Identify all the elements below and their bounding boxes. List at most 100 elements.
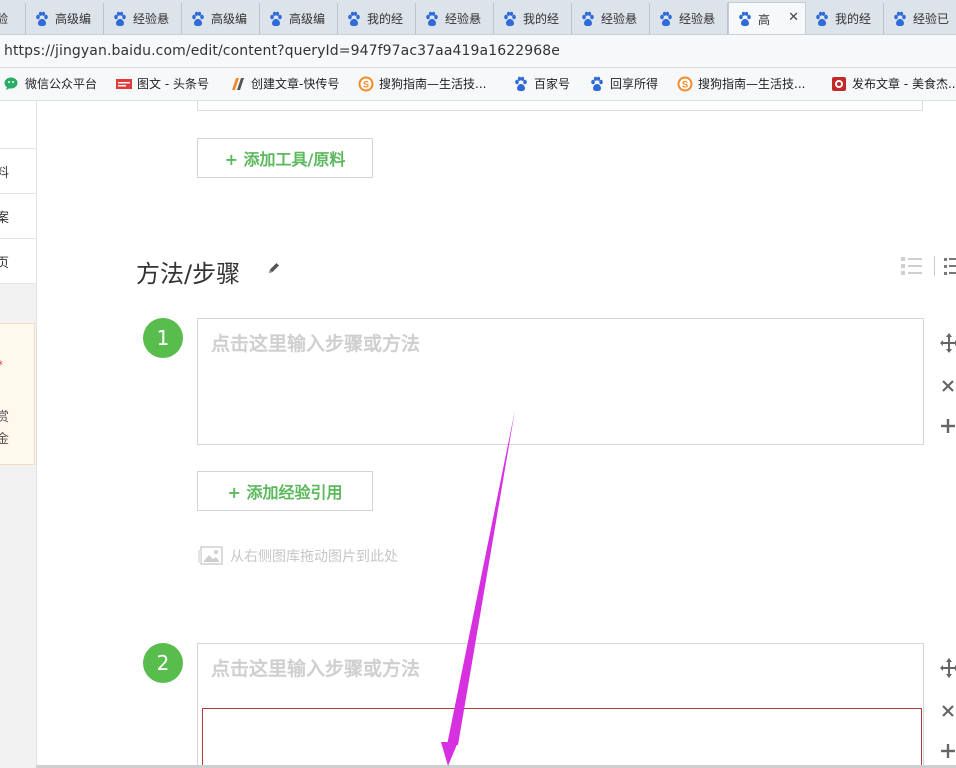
highlight-annotation-box	[202, 708, 922, 768]
tab-label: 经验悬	[601, 12, 638, 26]
sidebar-item-page[interactable]: 页	[0, 239, 36, 284]
tab[interactable]: 我的经	[494, 3, 572, 34]
tab-label: 高级编	[55, 12, 92, 26]
bookmark-label: 图文 - 头条号	[137, 77, 209, 91]
edit-pencil-icon[interactable]	[266, 260, 282, 276]
baidu-paw-icon	[114, 11, 126, 26]
sidebar-item-case[interactable]: 案	[0, 194, 36, 239]
kuaichuan-icon	[232, 77, 244, 90]
sogou-icon: S	[677, 76, 693, 91]
tab-label: 高级编	[211, 12, 248, 26]
move-step-icon[interactable]	[940, 333, 956, 353]
bookmark-item[interactable]: 创建文章-快传号	[230, 75, 339, 92]
image-icon	[198, 546, 223, 565]
sidebar-top-cell	[0, 101, 36, 149]
baidu-paw-icon	[582, 11, 594, 26]
baidu-paw-icon	[739, 11, 751, 27]
tab-label: 经验	[0, 10, 8, 27]
bookmark-item[interactable]: 发布文章 - 美食杰...	[831, 75, 956, 92]
add-tools-button[interactable]: + 添加工具/原料	[197, 138, 373, 178]
move-step-icon[interactable]	[940, 658, 956, 678]
baidu-paw-icon	[515, 76, 527, 91]
baidu-paw-icon	[192, 11, 204, 26]
tab[interactable]: 高级编	[260, 3, 338, 34]
tab-label: 经验已	[913, 12, 950, 26]
baidu-paw-icon	[270, 11, 282, 26]
svg-text:S: S	[363, 79, 369, 89]
sidebar-item-materials[interactable]: 料	[0, 149, 36, 194]
baidu-paw-icon	[894, 11, 906, 26]
bookmark-item[interactable]: S 搜狗指南—生活技...	[677, 75, 805, 92]
tab[interactable]: 我的经	[806, 3, 884, 34]
baidu-paw-icon	[504, 11, 516, 26]
browser-tab-strip: 经验 高级编 经验悬 高级编 高级编 我的经 经验悬 我的经 经验悬 经验悬 高…	[0, 0, 956, 35]
bookmark-label: 微信公众平台	[25, 77, 98, 91]
sogou-icon: S	[358, 76, 374, 91]
step-placeholder: 点击这里输入步骤或方法	[211, 333, 421, 355]
tab[interactable]: 经验	[0, 3, 26, 34]
baidu-paw-icon	[36, 11, 48, 26]
bookmark-label: 发布文章 - 美食杰...	[852, 77, 956, 91]
numbered-list-icon[interactable]	[900, 256, 924, 278]
tab-label: 经验悬	[445, 12, 482, 26]
bookmarks-bar: 微信公众平台 图文 - 头条号 创建文章-快传号 S 搜狗指南—生活技... 百家号 回享所…	[0, 68, 956, 101]
add-step-icon[interactable]	[940, 743, 956, 759]
svg-text:S: S	[682, 79, 688, 89]
add-step-icon[interactable]	[940, 418, 956, 434]
bookmark-item[interactable]: 百家号	[513, 75, 570, 92]
sidebar-item-label: 料	[0, 166, 10, 181]
bookmark-item[interactable]: 微信公众平台	[4, 75, 97, 92]
tab[interactable]: 经验悬	[416, 3, 494, 34]
bookmark-item[interactable]: 回享所得	[589, 75, 658, 92]
bookmark-label: 搜狗指南—生活技...	[698, 77, 806, 91]
tab[interactable]: 经验已	[884, 3, 956, 34]
toolbar-divider	[934, 256, 935, 276]
delete-step-icon[interactable]	[940, 703, 956, 719]
tools-list-box	[197, 101, 923, 111]
tab[interactable]: 经验悬	[650, 3, 728, 34]
step-number-1: 1	[143, 318, 183, 358]
bookmark-item[interactable]: 图文 - 头条号	[116, 75, 209, 92]
tab-label: 高	[758, 12, 771, 27]
step-1-textarea[interactable]: 点击这里输入步骤或方法	[197, 318, 924, 445]
bookmark-label: 创建文章-快传号	[251, 77, 340, 91]
left-sidebar: 料 案 页 * 赏 金	[0, 101, 37, 768]
delete-step-icon[interactable]	[940, 378, 956, 394]
reward-text-line2: 金	[0, 432, 10, 447]
tab-label: 我的经	[835, 12, 872, 26]
sidebar-item-label: 案	[0, 211, 10, 226]
tab-label: 我的经	[367, 12, 404, 26]
bullet-list-icon[interactable]	[944, 256, 956, 278]
toutiao-icon	[116, 78, 132, 89]
bookmark-label: 搜狗指南—生活技...	[379, 77, 487, 91]
tab-label: 我的经	[523, 12, 560, 26]
reward-text-line1: 赏	[0, 410, 10, 425]
bookmark-label: 百家号	[534, 77, 571, 91]
step-placeholder: 点击这里输入步骤或方法	[211, 658, 421, 680]
add-reference-button[interactable]: + 添加经验引用	[197, 471, 373, 511]
step-number-2: 2	[143, 643, 183, 683]
tab[interactable]: 经验悬	[572, 3, 650, 34]
tab[interactable]: 高级编	[182, 3, 260, 34]
reward-star-icon: *	[0, 358, 3, 372]
address-bar[interactable]: https://jingyan.baidu.com/edit/content?q…	[0, 35, 956, 68]
meishijie-icon	[832, 76, 846, 91]
bookmark-label: 回享所得	[610, 77, 659, 91]
tab[interactable]: 经验悬	[104, 3, 182, 34]
bookmark-item[interactable]: S 搜狗指南—生活技...	[358, 75, 486, 92]
tab[interactable]: 我的经	[338, 3, 416, 34]
tab-close-icon[interactable]: ✕	[788, 10, 799, 25]
image-drop-hint: 从右侧图库拖动图片到此处	[230, 549, 398, 565]
tab-label: 高级编	[289, 12, 326, 26]
reward-panel[interactable]: * 赏 金	[0, 323, 35, 465]
baidu-paw-icon	[660, 11, 672, 26]
wechat-icon	[4, 77, 18, 90]
sidebar-item-label: 页	[0, 256, 10, 271]
baidu-paw-icon	[816, 11, 828, 26]
image-drop-zone[interactable]: 从右侧图库拖动图片到此处	[198, 545, 398, 567]
url-text[interactable]: https://jingyan.baidu.com/edit/content?q…	[4, 43, 560, 59]
tab[interactable]: 高级编	[26, 3, 104, 34]
tab-label: 经验悬	[133, 12, 170, 26]
tab-active[interactable]: 高 ✕	[728, 2, 806, 34]
tab-label: 经验悬	[679, 12, 716, 26]
